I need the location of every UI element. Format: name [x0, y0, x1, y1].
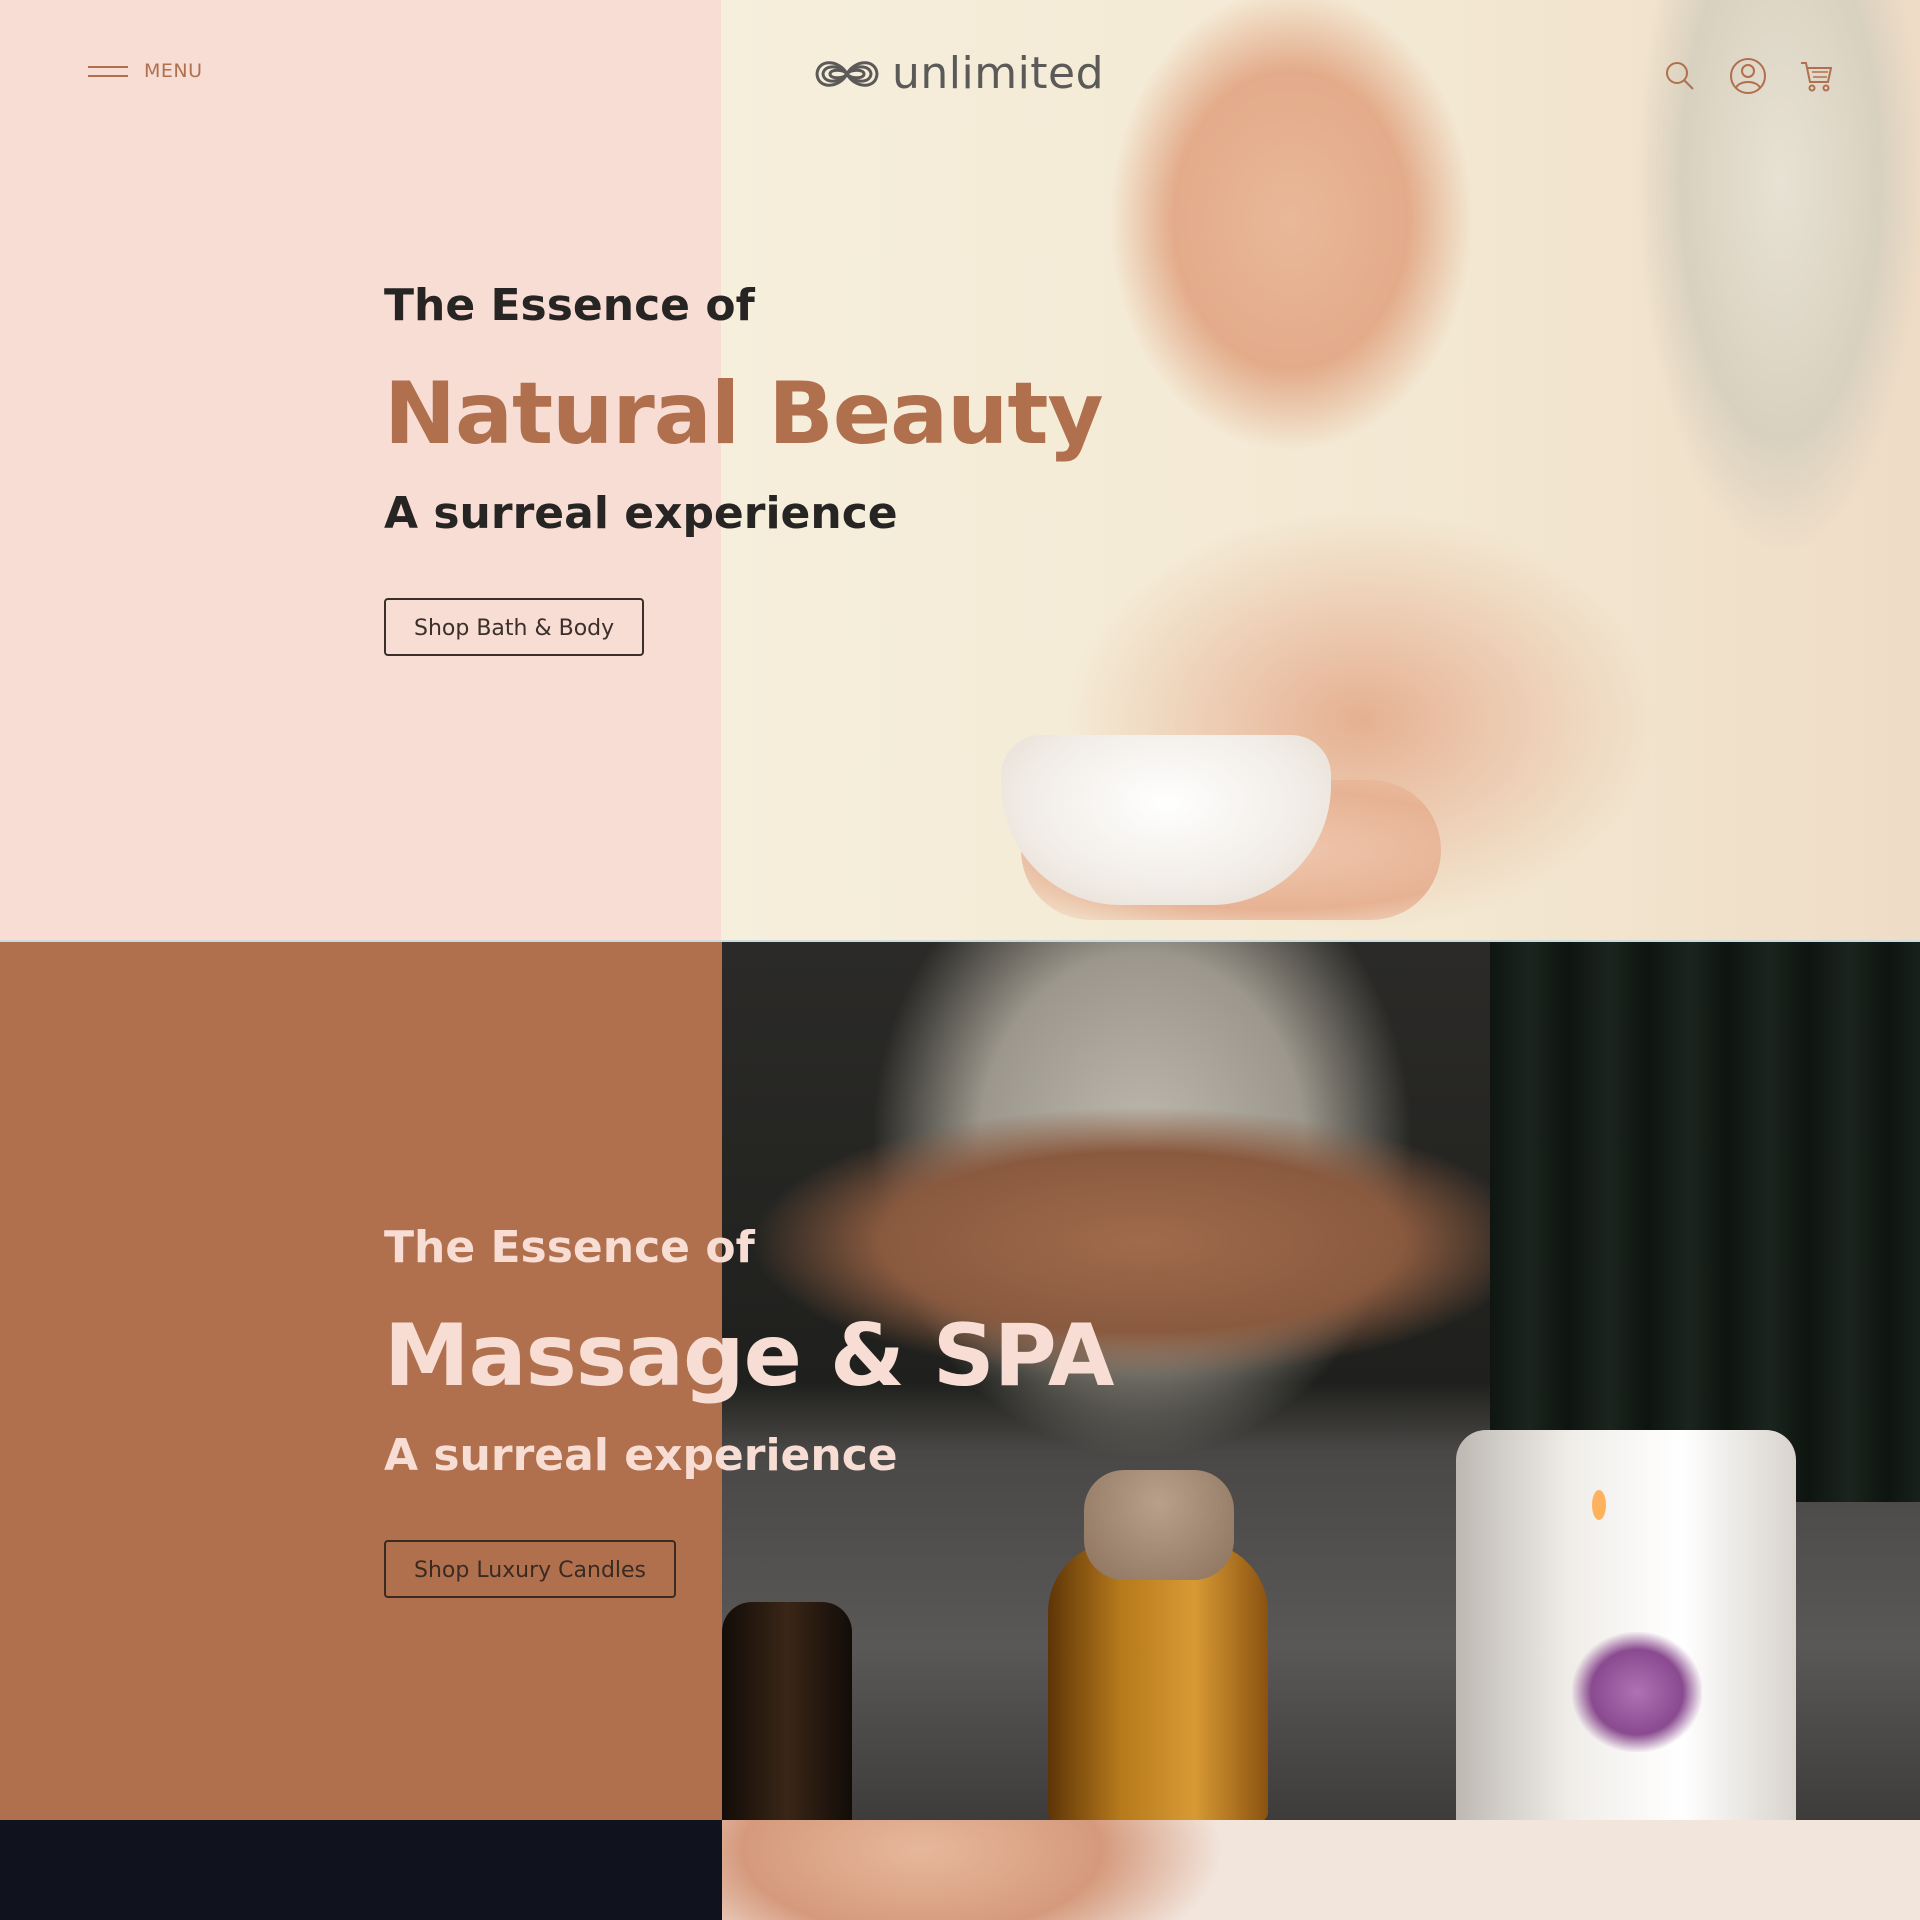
- hero-headline: Massage & SPA: [384, 1306, 1114, 1406]
- next-section-preview: [0, 1820, 1920, 1920]
- dark-bottle-shape: [722, 1602, 852, 1820]
- hero-headline: Natural Beauty: [384, 364, 1104, 464]
- cup-shape: [1001, 735, 1331, 905]
- cork-shape: [1084, 1470, 1234, 1580]
- infinity-logo-icon: [815, 60, 879, 87]
- shop-luxury-candles-button[interactable]: Shop Luxury Candles: [384, 1540, 677, 1598]
- candle-shape: [1456, 1430, 1796, 1820]
- header-icons: [1660, 56, 1836, 96]
- hamburger-icon: [88, 64, 128, 78]
- hero-text-block-1: The Essence of Natural Beauty A surreal …: [384, 280, 1104, 656]
- site-logo[interactable]: unlimited: [812, 48, 1104, 99]
- hero-subheadline: A surreal experience: [384, 1430, 898, 1481]
- flame-shape: [1592, 1490, 1606, 1520]
- curtain-shape: [1490, 942, 1920, 1502]
- orchid-shape: [1572, 1632, 1702, 1752]
- hero-subheadline: A surreal experience: [384, 488, 898, 539]
- navy-panel: [0, 1820, 722, 1920]
- cart-icon[interactable]: [1796, 56, 1836, 96]
- menu-label: MENU: [144, 60, 203, 82]
- search-icon[interactable]: [1660, 56, 1700, 96]
- hero-text-block-2: The Essence of Massage & SPA A surreal e…: [384, 1222, 1114, 1598]
- shop-bath-body-button[interactable]: Shop Bath & Body: [384, 598, 645, 656]
- site-header: MENU unlimited: [0, 0, 1920, 150]
- hero-kicker: The Essence of: [384, 1222, 755, 1273]
- logo-text: unlimited: [892, 48, 1105, 99]
- menu-button[interactable]: MENU: [88, 60, 203, 82]
- account-icon[interactable]: [1728, 56, 1768, 96]
- massage-image-preview: [722, 1820, 1920, 1920]
- hero-kicker: The Essence of: [384, 280, 755, 331]
- amber-bottle-shape: [1048, 1542, 1268, 1820]
